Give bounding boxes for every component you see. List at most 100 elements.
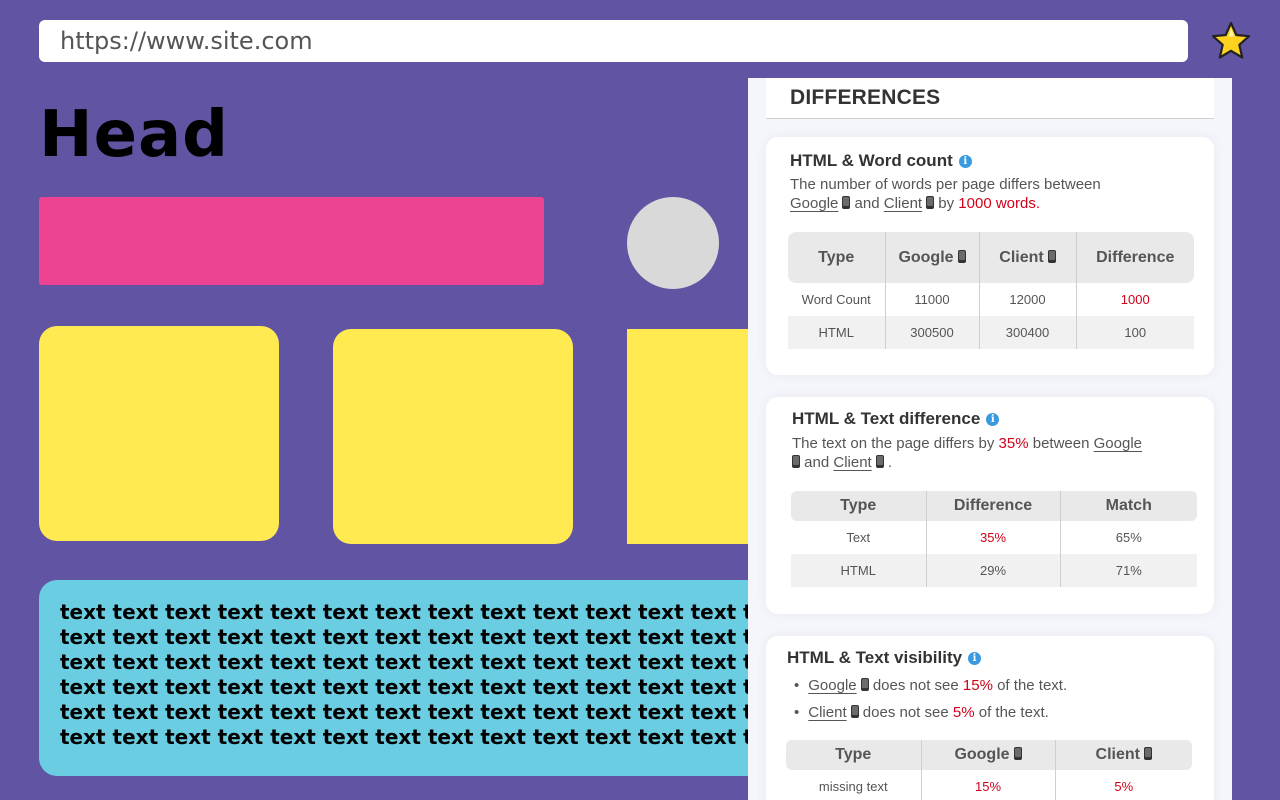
text-line: text text text text text text text text … — [60, 600, 799, 624]
google-phone-link[interactable] — [792, 454, 800, 471]
table-cell: Text — [791, 521, 927, 554]
phone-icon — [1013, 747, 1022, 760]
url-bar[interactable]: https://www.site.com — [39, 20, 1188, 62]
client-link-text: Client — [833, 454, 872, 471]
phone-icon — [957, 249, 966, 263]
text-line: text text text text text text text text … — [60, 725, 799, 749]
table-cell: 35% — [926, 521, 1061, 554]
col-header: Difference — [1076, 232, 1194, 283]
desc-text: and — [854, 195, 880, 212]
table-cell: missing text — [786, 770, 922, 800]
text-visibility-card: HTML & Text visibility i Google does not… — [766, 636, 1214, 800]
col-header: Google — [921, 740, 1056, 770]
list-text: of the text. — [997, 677, 1068, 694]
table-cell: 15% — [921, 770, 1056, 800]
col-header: Client — [1055, 740, 1192, 770]
phone-icon — [842, 196, 851, 209]
star-icon[interactable] — [1210, 20, 1252, 62]
text-visibility-table: Type Google Client missing text 15% 5% — [786, 740, 1192, 800]
google-missing-pct: 15% — [962, 677, 993, 694]
info-icon[interactable]: i — [986, 412, 1000, 426]
google-link-text: Google — [808, 677, 857, 694]
col-header: Type — [786, 740, 922, 770]
col-header: Type — [791, 491, 927, 521]
url-text: https://www.site.com — [60, 27, 313, 55]
text-difference-description: The text on the page differs by 35% betw… — [792, 434, 1202, 472]
table-cell: 1000 — [1076, 283, 1194, 316]
client-link[interactable]: Client — [833, 454, 884, 471]
circle-placeholder — [627, 197, 719, 289]
col-header-text: Client — [999, 248, 1044, 266]
text-visibility-title: HTML & Text visibility i — [787, 648, 982, 668]
table-cell: 5% — [1055, 770, 1192, 800]
col-header: Type — [788, 232, 886, 283]
phone-icon — [1143, 747, 1152, 760]
table-cell: 12000 — [979, 283, 1077, 316]
list-text: does not see — [862, 704, 949, 721]
info-icon[interactable]: i — [968, 651, 982, 665]
word-count-description: The number of words per page differs bet… — [790, 175, 1200, 213]
table-row: HTML 29% 71% — [791, 554, 1197, 587]
google-link[interactable]: Google — [1094, 435, 1142, 452]
text-difference-title-text: HTML & Text difference — [792, 409, 981, 428]
table-cell: 29% — [926, 554, 1061, 587]
text-difference-table: Type Difference Match Text 35% 65% HTML … — [791, 491, 1197, 587]
desc-text: The number of words per page differs bet… — [790, 176, 1101, 193]
col-header-text: Client — [1095, 746, 1140, 763]
col-header: Match — [1060, 491, 1197, 521]
word-count-title-text: HTML & Word count — [790, 151, 953, 170]
info-icon[interactable]: i — [958, 154, 972, 168]
table-row: missing text 15% 5% — [786, 770, 1192, 800]
desc-text: . — [887, 454, 893, 471]
phone-icon — [850, 705, 859, 718]
word-count-title: HTML & Word count i — [790, 151, 972, 171]
col-header: Client — [979, 232, 1077, 283]
table-cell: 71% — [1060, 554, 1197, 587]
phone-icon — [875, 455, 884, 468]
phone-icon — [1047, 249, 1056, 263]
table-cell: HTML — [791, 554, 927, 587]
table-cell: 300500 — [885, 316, 980, 349]
table-cell: 65% — [1060, 521, 1197, 554]
client-missing-pct: 5% — [952, 704, 975, 721]
table-cell: Word Count — [788, 283, 886, 316]
table-row: HTML 300500 300400 100 — [788, 316, 1194, 349]
text-line: text text text text text text text text … — [60, 650, 799, 674]
list-item: Google does not see 15% of the text. — [794, 672, 1067, 699]
text-visibility-title-text: HTML & Text visibility — [787, 648, 963, 667]
table-row: Text 35% 65% — [791, 521, 1197, 554]
word-difference-amount: 1000 words. — [958, 195, 1041, 212]
text-difference-title: HTML & Text difference i — [792, 409, 1000, 429]
text-difference-pct: 35% — [998, 435, 1029, 452]
table-cell: HTML — [788, 316, 886, 349]
google-link[interactable]: Google — [808, 677, 869, 694]
text-block: text text text text text text text text … — [39, 580, 799, 776]
client-link[interactable]: Client — [808, 704, 859, 721]
desc-text: and — [804, 454, 830, 471]
desc-text: between — [1032, 435, 1090, 452]
list-text: does not see — [872, 677, 959, 694]
phone-icon — [926, 196, 935, 209]
visibility-list: Google does not see 15% of the text. Cli… — [794, 672, 1067, 726]
text-difference-card: HTML & Text difference i The text on the… — [766, 397, 1214, 614]
table-cell: 11000 — [885, 283, 980, 316]
yellow-card-1 — [39, 326, 279, 541]
text-line: text text text text text text text text … — [60, 625, 799, 649]
table-cell: 300400 — [979, 316, 1077, 349]
table-row: Word Count 11000 12000 1000 — [788, 283, 1194, 316]
google-link-text: Google — [790, 195, 839, 212]
google-link[interactable]: Google — [790, 195, 851, 212]
page-heading: Head — [39, 98, 229, 172]
yellow-card-2 — [333, 329, 573, 544]
col-header: Google — [885, 232, 980, 283]
desc-text: by — [938, 195, 955, 212]
pink-banner — [39, 197, 544, 285]
desc-text: The text on the page differs by — [792, 435, 995, 452]
client-link-text: Client — [883, 195, 923, 212]
list-text: of the text. — [978, 704, 1049, 721]
col-header: Difference — [926, 491, 1061, 521]
client-link[interactable]: Client — [883, 195, 935, 212]
text-line: text text text text text text text text … — [60, 675, 799, 699]
differences-panel[interactable]: DIFFERENCES HTML & Word count i The numb… — [748, 78, 1232, 800]
list-item: Client does not see 5% of the text. — [794, 699, 1067, 726]
